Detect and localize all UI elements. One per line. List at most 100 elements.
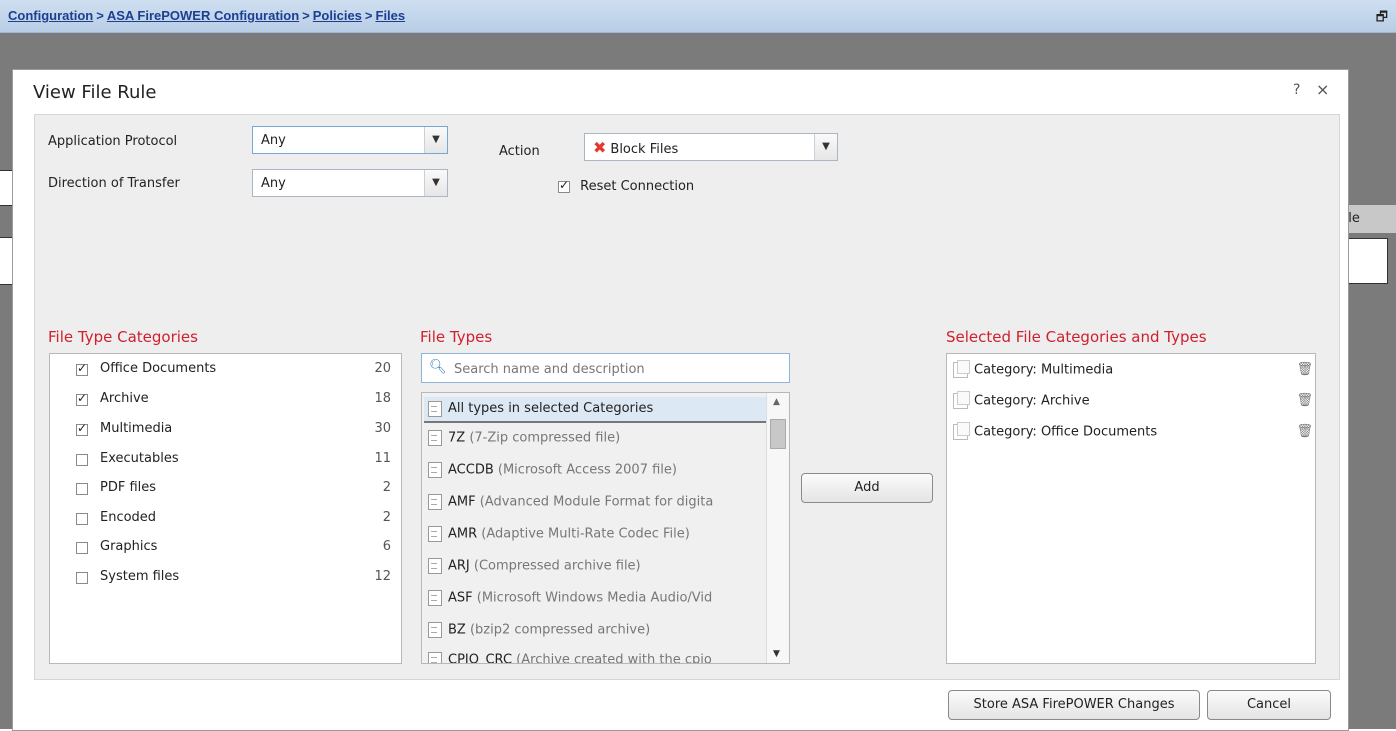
- breadcrumb-asa-firepower[interactable]: ASA FirePOWER Configuration: [107, 8, 299, 23]
- type-code: 7Z: [448, 430, 466, 446]
- list-item[interactable]: BZ (bzip2 compressed archive): [428, 622, 768, 644]
- document-icon: [428, 558, 442, 574]
- category-name: PDF files: [100, 480, 157, 495]
- reset-connection-checkbox[interactable]: [558, 178, 570, 193]
- file-types-heading: File Types: [420, 328, 493, 346]
- type-description: (Advanced Module Format for digita: [479, 494, 714, 510]
- app-protocol-select[interactable]: Any ▼: [252, 126, 448, 154]
- trash-icon[interactable]: 🗑︎: [1296, 393, 1313, 408]
- category-system-files[interactable]: System files 12: [76, 569, 391, 589]
- category-encoded[interactable]: Encoded 2: [76, 510, 391, 530]
- search-icon: 🔍︎: [429, 359, 447, 375]
- file-types-search: 🔍︎: [421, 353, 790, 383]
- list-item[interactable]: AMF (Advanced Module Format for digita: [428, 494, 768, 516]
- scroll-up-icon[interactable]: ▲: [773, 397, 780, 407]
- search-input[interactable]: [452, 358, 786, 380]
- document-icon: [428, 526, 442, 542]
- all-types-label: All types in selected Categories: [448, 401, 654, 416]
- reset-connection-label: Reset Connection: [580, 179, 695, 194]
- selected-item[interactable]: Category: Multimedia 🗑︎: [953, 360, 1313, 384]
- category-count: 12: [374, 569, 391, 584]
- category-checkbox[interactable]: [76, 361, 88, 376]
- reset-connection-row: Reset Connection: [558, 178, 695, 194]
- category-office-documents[interactable]: Office Documents 20: [76, 361, 391, 381]
- document-icon: [428, 400, 442, 417]
- list-item[interactable]: CPIO_CRC (Archive created with the cpio: [428, 652, 768, 664]
- category-count: 11: [374, 451, 391, 466]
- category-name: Archive: [100, 391, 149, 406]
- direction-select[interactable]: Any ▼: [252, 169, 448, 197]
- category-name: System files: [100, 569, 180, 584]
- breadcrumb: Configuration > ASA FirePOWER Configuratio…: [8, 8, 405, 23]
- category-name: Graphics: [100, 539, 158, 554]
- breadcrumb-policies[interactable]: Policies: [313, 8, 362, 23]
- category-count: 30: [374, 421, 391, 436]
- list-item[interactable]: ACCDB (Microsoft Access 2007 file): [428, 462, 768, 484]
- file-type-categories-heading: File Type Categories: [48, 328, 198, 346]
- selected-heading: Selected File Categories and Types: [946, 328, 1207, 346]
- view-file-rule-dialog: View File Rule ? × Application Protocol …: [12, 69, 1349, 731]
- app-protocol-value: Any: [261, 133, 286, 148]
- type-code: ACCDB: [448, 462, 494, 478]
- category-count: 2: [382, 510, 391, 525]
- document-icon: [428, 430, 442, 446]
- list-item[interactable]: AMR (Adaptive Multi-Rate Codec File): [428, 526, 768, 548]
- dialog-title: View File Rule: [33, 82, 157, 103]
- category-checkbox[interactable]: [76, 483, 88, 495]
- category-icon: [953, 360, 970, 378]
- category-archive[interactable]: Archive 18: [76, 391, 391, 411]
- type-code: AMF: [448, 494, 476, 510]
- help-icon[interactable]: ?: [1293, 82, 1300, 98]
- type-description: (Archive created with the cpio: [516, 652, 712, 664]
- category-name: Executables: [100, 451, 179, 466]
- store-changes-button[interactable]: Store ASA FirePOWER Changes: [948, 690, 1200, 720]
- category-name: Multimedia: [100, 421, 173, 436]
- selected-item[interactable]: Category: Office Documents 🗑︎: [953, 422, 1313, 446]
- category-checkbox[interactable]: [76, 572, 88, 584]
- selected-item[interactable]: Category: Archive 🗑︎: [953, 391, 1313, 415]
- file-types-scrollbar[interactable]: ▲ ▼: [766, 393, 789, 663]
- category-count: 18: [374, 391, 391, 406]
- categories-list: Office Documents 20 Archive 18 Multimedi…: [49, 353, 402, 664]
- type-description: (Microsoft Access 2007 file): [497, 462, 677, 478]
- category-checkbox[interactable]: [76, 454, 88, 466]
- category-multimedia[interactable]: Multimedia 30: [76, 421, 391, 441]
- file-types-list: All types in selected Categories 7Z (7-Z…: [421, 392, 790, 664]
- category-name: Office Documents: [100, 361, 217, 376]
- document-icon: [428, 622, 442, 638]
- trash-icon[interactable]: 🗑︎: [1296, 362, 1313, 377]
- list-item[interactable]: ASF (Microsoft Windows Media Audio/Vid: [428, 590, 768, 612]
- list-item-all-types[interactable]: All types in selected Categories: [424, 397, 768, 423]
- breadcrumb-configuration[interactable]: Configuration: [8, 8, 93, 23]
- action-value-wrap: ✖ Block Files: [593, 138, 678, 157]
- category-pdf-files[interactable]: PDF files 2: [76, 480, 391, 500]
- category-count: 20: [374, 361, 391, 376]
- selected-item-label: Category: Office Documents: [974, 424, 1158, 440]
- restore-window-icon[interactable]: 🗗: [1376, 8, 1388, 30]
- scroll-thumb[interactable]: [770, 419, 786, 449]
- type-description: (Microsoft Windows Media Audio/Vid: [476, 590, 713, 606]
- direction-value: Any: [261, 176, 286, 191]
- block-x-icon: ✖: [593, 138, 607, 157]
- category-checkbox[interactable]: [76, 513, 88, 525]
- type-code: ASF: [448, 590, 473, 606]
- list-item[interactable]: ARJ (Compressed archive file): [428, 558, 768, 580]
- cancel-button[interactable]: Cancel: [1207, 690, 1331, 720]
- type-description: (Adaptive Multi-Rate Codec File): [481, 526, 690, 542]
- type-description: (bzip2 compressed archive): [469, 622, 651, 638]
- scroll-down-icon[interactable]: ▼: [773, 649, 780, 659]
- category-checkbox[interactable]: [76, 421, 88, 436]
- category-icon: [953, 391, 970, 409]
- action-label: Action: [499, 144, 540, 159]
- breadcrumb-files[interactable]: Files: [376, 8, 406, 23]
- trash-icon[interactable]: 🗑︎: [1296, 424, 1313, 439]
- action-select[interactable]: ✖ Block Files ▼: [584, 133, 838, 161]
- list-item[interactable]: 7Z (7-Zip compressed file): [428, 430, 768, 452]
- close-icon[interactable]: ×: [1316, 80, 1329, 99]
- category-checkbox[interactable]: [76, 391, 88, 406]
- category-executables[interactable]: Executables 11: [76, 451, 391, 471]
- category-graphics[interactable]: Graphics 6: [76, 539, 391, 559]
- app-protocol-label: Application Protocol: [48, 134, 178, 149]
- add-button[interactable]: Add: [801, 473, 933, 503]
- category-checkbox[interactable]: [76, 542, 88, 554]
